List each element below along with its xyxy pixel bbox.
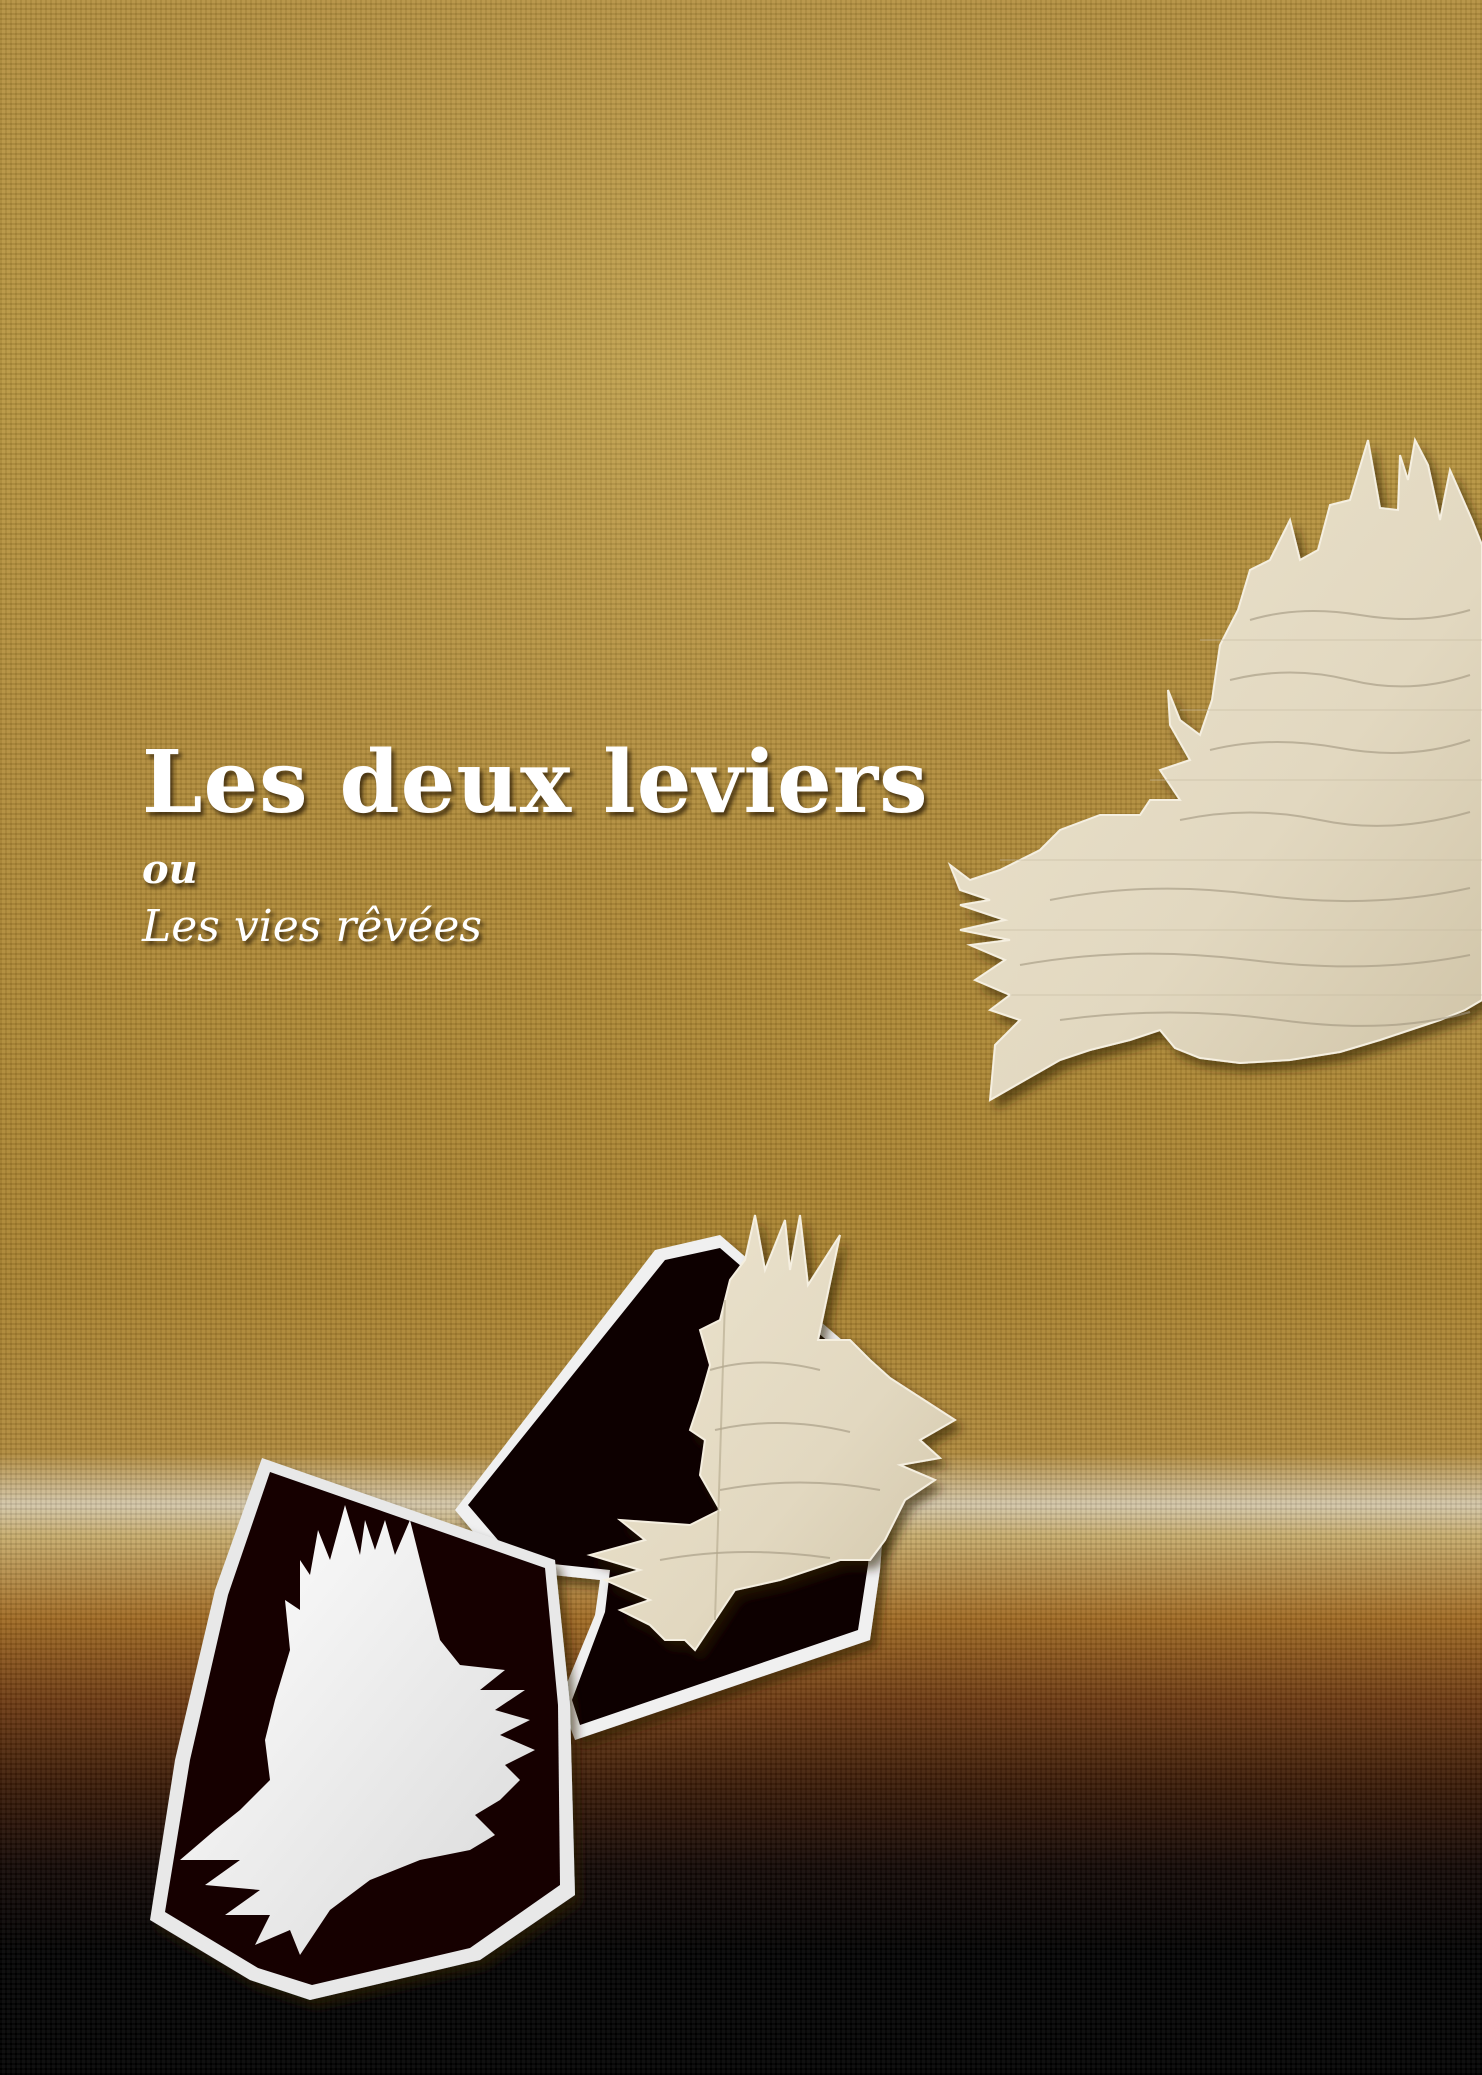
- paper-bird-large: [947, 436, 1482, 1102]
- title-block: Les deux leviers ou Les vies rêvées: [142, 732, 929, 953]
- book-title: Les deux leviers: [142, 732, 929, 833]
- book-cover: Les deux leviers ou Les vies rêvées: [0, 0, 1482, 2075]
- cover-illustration: [150, 436, 1482, 2000]
- title-connector: ou: [142, 846, 198, 893]
- book-subtitle: Les vies rêvées: [142, 901, 482, 952]
